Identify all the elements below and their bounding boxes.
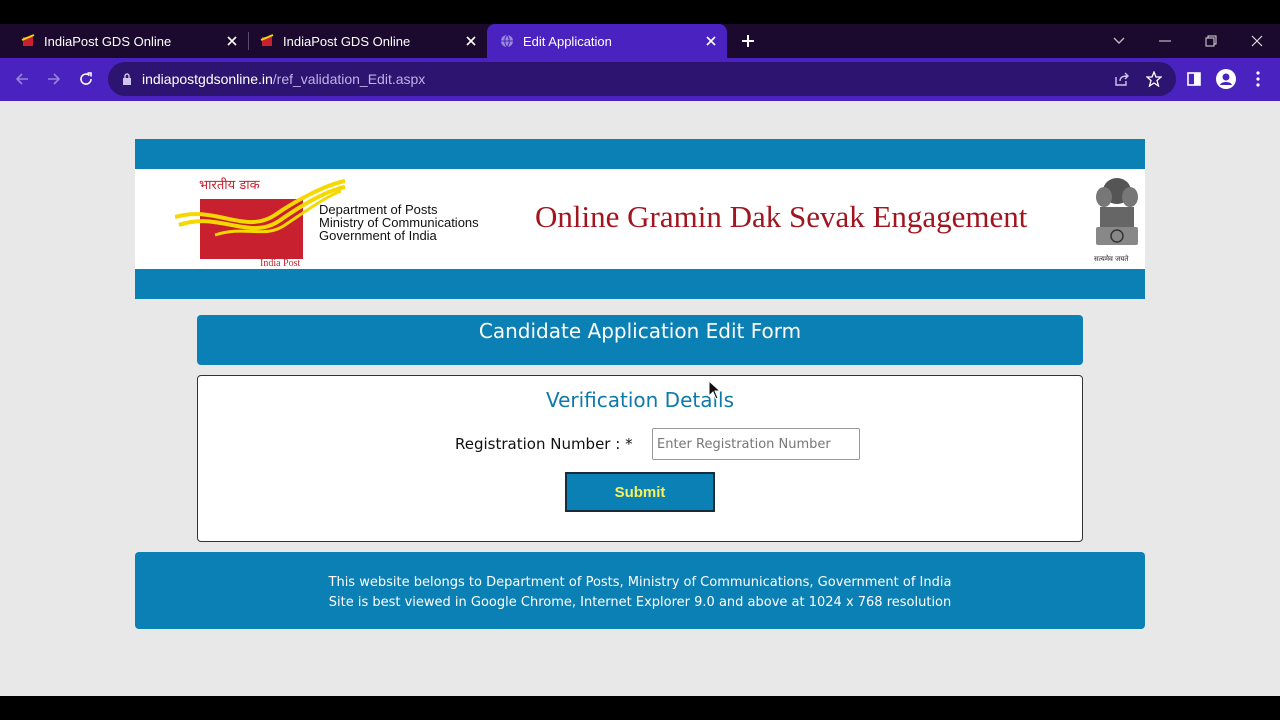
mouse-cursor-icon — [708, 379, 722, 400]
share-button[interactable] — [1109, 66, 1135, 92]
tab-indiapost-1[interactable]: IndiaPost GDS Online — [0, 24, 248, 58]
verification-title: Verification Details — [545, 388, 735, 412]
footer-line-1: This website belongs to Department of Po… — [328, 575, 952, 590]
forward-arrow-icon — [48, 73, 61, 85]
tab-edit-application[interactable]: Edit Application — [487, 24, 727, 58]
logo-hindi-text: भारतीय डाक — [199, 177, 261, 193]
tab-strip: IndiaPost GDS Online IndiaPost GDS Onlin… — [0, 24, 1280, 58]
minimize-icon — [1159, 40, 1171, 42]
share-icon — [1115, 72, 1129, 86]
verification-form: Verification Details Registration Number… — [197, 375, 1083, 542]
reload-icon — [80, 72, 92, 85]
address-bar[interactable]: indiapostgdsonline.in/ref_validation_Edi… — [108, 62, 1176, 96]
tab-title: Edit Application — [523, 33, 612, 49]
site-footer: This website belongs to Department of Po… — [135, 552, 1145, 629]
close-window-button[interactable] — [1234, 24, 1280, 58]
bookmark-button[interactable] — [1141, 66, 1167, 92]
footer-line-2: Site is best viewed in Google Chrome, In… — [328, 595, 952, 610]
page-viewport: भारतीय डाक India Post Department of Post… — [0, 101, 1280, 696]
back-arrow-icon — [15, 73, 28, 85]
url-path: /ref_validation_Edit.aspx — [272, 71, 426, 87]
close-tab-icon[interactable] — [224, 33, 240, 49]
emblem-motto-text: सत्यमेव जयते — [1094, 254, 1129, 263]
site-title: Online Gramin Dak Sevak Engagement — [535, 199, 1028, 234]
menu-button[interactable] — [1245, 66, 1271, 92]
url-text: indiapostgdsonline.in/ref_validation_Edi… — [142, 71, 425, 87]
reload-button[interactable] — [72, 65, 100, 93]
registration-number-input[interactable] — [652, 428, 860, 460]
profile-button[interactable] — [1213, 66, 1239, 92]
site-header: भारतीय डाक India Post Department of Post… — [135, 169, 1145, 269]
close-icon — [1251, 35, 1263, 47]
restore-icon — [1205, 35, 1217, 47]
avatar-icon — [1216, 69, 1236, 89]
tab-indiapost-2[interactable]: IndiaPost GDS Online — [249, 24, 487, 58]
forward-button[interactable] — [40, 65, 68, 93]
indiapost-favicon-icon — [20, 33, 36, 49]
tab-search-button[interactable] — [1096, 24, 1142, 58]
national-emblem: सत्यमेव जयते — [1090, 173, 1145, 267]
header-bottom-bar — [135, 269, 1145, 299]
url-domain: indiapostgdsonline.in — [142, 71, 273, 87]
close-tab-icon[interactable] — [703, 33, 719, 49]
submit-button[interactable]: Submit — [565, 472, 715, 512]
form-title-bar: Candidate Application Edit Form — [197, 315, 1083, 365]
tab-title: IndiaPost GDS Online — [283, 33, 411, 49]
new-tab-button[interactable] — [736, 24, 760, 58]
registration-number-label: Registration Number : * — [455, 435, 633, 453]
tab-title: IndiaPost GDS Online — [44, 33, 172, 49]
globe-icon — [499, 33, 515, 49]
close-tab-icon[interactable] — [463, 33, 479, 49]
form-title: Candidate Application Edit Form — [478, 319, 802, 343]
side-panel-icon — [1187, 72, 1201, 86]
plus-icon — [742, 35, 754, 47]
dept-line-3: Government of India — [319, 228, 437, 243]
logo-caption-text: India Post — [260, 258, 301, 267]
back-button[interactable] — [8, 65, 36, 93]
lock-icon[interactable] — [120, 72, 134, 86]
restore-button[interactable] — [1188, 24, 1234, 58]
screen: IndiaPost GDS Online IndiaPost GDS Onlin… — [0, 0, 1280, 720]
indiapost-favicon-icon — [259, 33, 275, 49]
more-vert-icon — [1256, 71, 1260, 87]
side-panel-button[interactable] — [1181, 66, 1207, 92]
header-top-bar — [135, 139, 1145, 169]
browser-toolbar: indiapostgdsonline.in/ref_validation_Edi… — [0, 58, 1280, 101]
chevron-down-icon — [1113, 37, 1125, 44]
star-icon — [1146, 71, 1162, 87]
minimize-button[interactable] — [1142, 24, 1188, 58]
department-text: Department of Posts Ministry of Communic… — [319, 203, 479, 242]
